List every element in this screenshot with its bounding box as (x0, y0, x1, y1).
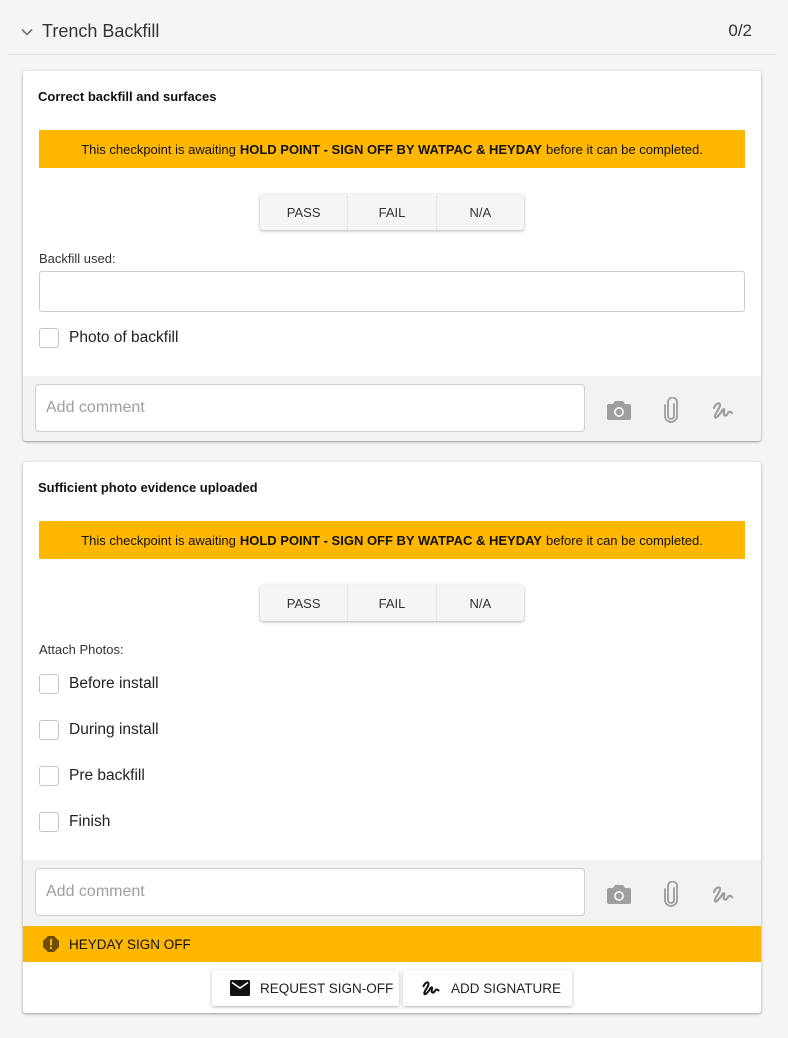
checkpoint-card-photo-evidence: Sufficient photo evidence uploaded This … (23, 462, 761, 1013)
pre-backfill-checkbox[interactable] (39, 766, 59, 786)
section-divider (8, 54, 776, 55)
before-install-checkbox-row[interactable]: Before install (39, 673, 159, 695)
request-sign-off-label: REQUEST SIGN-OFF (260, 980, 394, 996)
checkbox-label: Pre backfill (69, 767, 145, 784)
photo-of-backfill-checkbox[interactable] (39, 328, 59, 348)
banner-hold-point: HOLD POINT - SIGN OFF BY WATPAC & HEYDAY (239, 141, 542, 157)
add-signature-label: ADD SIGNATURE (451, 980, 562, 996)
photo-of-backfill-checkbox-row[interactable]: Photo of backfill (39, 327, 178, 349)
signature-icon[interactable] (709, 880, 737, 908)
finish-checkbox[interactable] (39, 812, 59, 832)
banner-prefix: This checkpoint is awaiting (81, 532, 236, 548)
during-install-checkbox-row[interactable]: During install (39, 719, 159, 741)
na-button[interactable]: N/A (436, 194, 524, 230)
comment-input[interactable] (35, 384, 585, 432)
paperclip-icon[interactable] (657, 396, 685, 424)
signature-icon[interactable] (709, 396, 737, 424)
comment-bar (23, 860, 761, 926)
warning-icon (43, 936, 59, 952)
camera-icon[interactable] (605, 396, 633, 424)
checkbox-label: During install (69, 721, 159, 738)
attach-photos-label: Attach Photos: (39, 642, 124, 657)
hold-point-banner: This checkpoint is awaiting HOLD POINT -… (39, 130, 745, 168)
checkpoint-card-backfill: Correct backfill and surfaces This check… (23, 71, 761, 441)
banner-hold-point: HOLD POINT - SIGN OFF BY WATPAC & HEYDAY (239, 532, 542, 548)
banner-suffix: before it can be completed. (545, 532, 703, 548)
pre-backfill-checkbox-row[interactable]: Pre backfill (39, 765, 145, 787)
checkbox-label: Finish (69, 813, 111, 830)
finish-checkbox-row[interactable]: Finish (39, 811, 110, 833)
mail-icon (230, 980, 250, 996)
pass-button[interactable]: PASS (260, 194, 349, 230)
camera-icon[interactable] (605, 880, 633, 908)
banner-suffix: before it can be completed. (545, 141, 703, 157)
section-header[interactable]: Trench Backfill 0/2 (0, 0, 788, 56)
hold-point-banner: This checkpoint is awaiting HOLD POINT -… (39, 521, 745, 559)
result-button-group: PASS FAIL N/A (260, 194, 524, 230)
banner-prefix: This checkpoint is awaiting (81, 141, 236, 157)
result-button-group: PASS FAIL N/A (260, 585, 524, 621)
comment-input[interactable] (35, 868, 585, 916)
before-install-checkbox[interactable] (39, 674, 59, 694)
section-progress-count: 0/2 (728, 21, 752, 40)
checkbox-label: Photo of backfill (69, 329, 179, 346)
signoff-label: HEYDAY SIGN OFF (69, 936, 191, 952)
comment-bar (23, 376, 761, 441)
fail-button[interactable]: FAIL (348, 194, 437, 230)
fail-button[interactable]: FAIL (348, 585, 437, 621)
during-install-checkbox[interactable] (39, 720, 59, 740)
paperclip-icon[interactable] (657, 880, 685, 908)
checkbox-label: Before install (69, 675, 159, 692)
checkpoint-title: Correct backfill and surfaces (38, 89, 217, 104)
signature-icon (422, 981, 440, 996)
signoff-bar: HEYDAY SIGN OFF (23, 926, 761, 962)
request-sign-off-button[interactable]: REQUEST SIGN-OFF (212, 970, 399, 1006)
add-signature-button[interactable]: ADD SIGNATURE (403, 970, 572, 1006)
backfill-used-input[interactable] (39, 271, 745, 312)
pass-button[interactable]: PASS (260, 585, 349, 621)
section-title: Trench Backfill (42, 21, 160, 41)
chevron-down-icon[interactable] (20, 25, 34, 39)
na-button[interactable]: N/A (436, 585, 524, 621)
backfill-used-label: Backfill used: (39, 251, 116, 266)
checkpoint-title: Sufficient photo evidence uploaded (38, 480, 258, 495)
